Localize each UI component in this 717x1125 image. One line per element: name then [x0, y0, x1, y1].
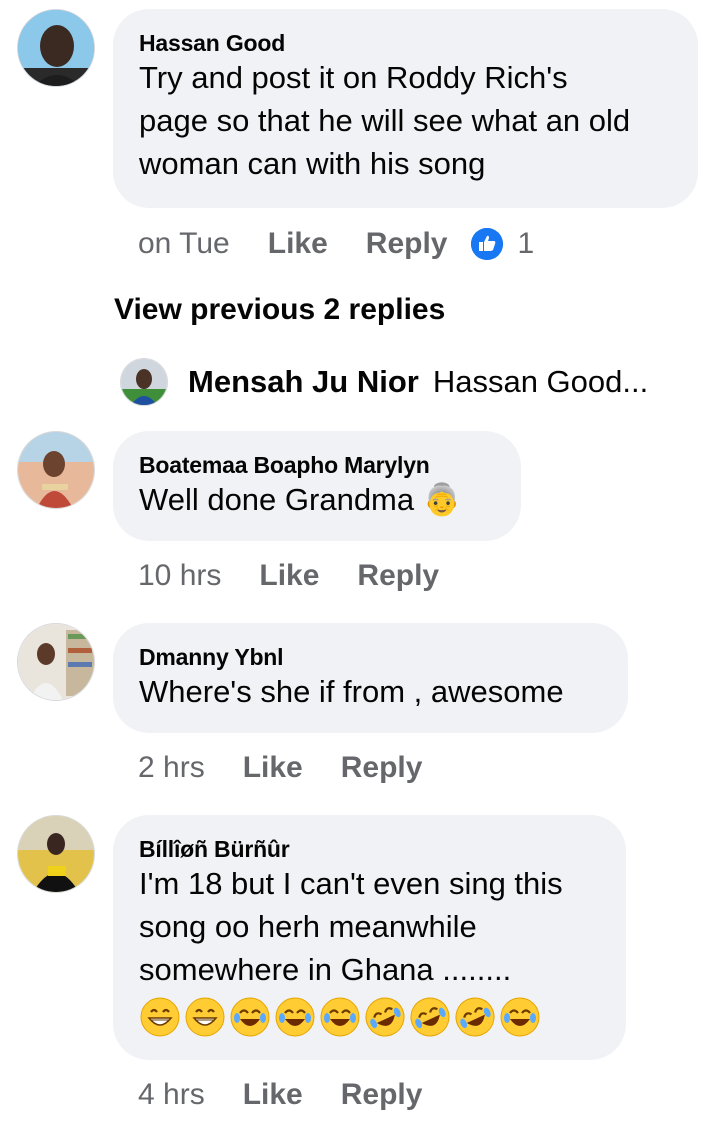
- reaction-count[interactable]: 1: [517, 227, 534, 261]
- like-button[interactable]: Like: [259, 559, 319, 593]
- rolling-laughing-icon: [365, 997, 405, 1037]
- reply-preview-author: Mensah Ju Nior: [188, 364, 419, 399]
- avatar-image: [18, 816, 94, 892]
- comment-text-line: woman can with his song: [139, 146, 486, 181]
- older-woman-emoji-icon: 👵: [422, 482, 462, 518]
- comment-bubble: Hassan Good Try and post it on Roddy Ric…: [113, 9, 698, 208]
- comment-timestamp[interactable]: on Tue: [138, 227, 230, 261]
- emoji-row: [139, 996, 600, 1038]
- comment-text-line: Well done Grandma 👵: [139, 477, 495, 523]
- comment-text-line: page so that he will see what an old: [139, 103, 631, 138]
- rolling-laughing-icon: [410, 997, 450, 1037]
- reply-button[interactable]: Reply: [341, 1078, 423, 1112]
- avatar-image: [18, 432, 94, 508]
- comment-text-line: Where's she if from , awesome: [139, 674, 564, 709]
- comment-actions: on Tue Like Reply 1: [138, 224, 534, 264]
- avatar-billion-burnur[interactable]: [17, 815, 95, 893]
- comment-bubble: Boatemaa Boapho Marylyn Well done Grandm…: [113, 431, 521, 541]
- reply-button[interactable]: Reply: [341, 751, 423, 785]
- rolling-laughing-icon: [455, 997, 495, 1037]
- tears-of-joy-icon: [500, 997, 540, 1037]
- comment-text-line: I'm 18 but I can't even sing this: [139, 866, 563, 901]
- reply-button[interactable]: Reply: [357, 559, 439, 593]
- comment-author[interactable]: Boatemaa Boapho Marylyn: [139, 451, 495, 479]
- comment-timestamp[interactable]: 10 hrs: [138, 559, 221, 593]
- comment-timestamp[interactable]: 2 hrs: [138, 751, 205, 785]
- avatar-dmanny-ybnl[interactable]: [17, 623, 95, 701]
- view-previous-replies-link[interactable]: View previous 2 replies: [114, 293, 445, 327]
- like-button[interactable]: Like: [268, 227, 328, 261]
- tears-of-joy-icon: [275, 997, 315, 1037]
- reply-preview[interactable]: Mensah Ju Nior Hassan Good...: [120, 358, 648, 406]
- tears-of-joy-icon: [230, 997, 270, 1037]
- thumbs-up-icon[interactable]: [471, 228, 504, 260]
- avatar-image: [18, 624, 94, 700]
- comment-author[interactable]: Hassan Good: [139, 29, 672, 57]
- comment-text-line: song oo herh meanwhile: [139, 909, 477, 944]
- like-button[interactable]: Like: [243, 1078, 303, 1112]
- avatar-boatemaa[interactable]: [17, 431, 95, 509]
- avatar-hassan-good[interactable]: [17, 9, 95, 87]
- comment-text-line: Try and post it on Roddy Rich's: [139, 60, 568, 95]
- comment-text: Well done Grandma: [139, 482, 415, 517]
- comment-text-line: somewhere in Ghana ........: [139, 952, 512, 987]
- comment-author[interactable]: Dmanny Ybnl: [139, 643, 602, 671]
- comment-actions: 2 hrs Like Reply: [138, 748, 460, 788]
- comment-author[interactable]: Bíllîøñ Bürñûr: [139, 835, 600, 863]
- grinning-face-icon: [185, 997, 225, 1037]
- comment-timestamp[interactable]: 4 hrs: [138, 1078, 205, 1112]
- comment-bubble: Dmanny Ybnl Where's she if from , awesom…: [113, 623, 628, 733]
- avatar-mensah-ju-nior: [120, 358, 168, 406]
- comment-actions: 4 hrs Like Reply: [138, 1075, 460, 1115]
- grinning-face-icon: [140, 997, 180, 1037]
- avatar-image: [18, 10, 94, 86]
- comment-bubble: Bíllîøñ Bürñûr I'm 18 but I can't even s…: [113, 815, 626, 1060]
- comment-actions: 10 hrs Like Reply: [138, 556, 477, 596]
- like-button[interactable]: Like: [243, 751, 303, 785]
- tears-of-joy-icon: [320, 997, 360, 1037]
- reply-button[interactable]: Reply: [366, 227, 448, 261]
- reply-preview-text: Hassan Good...: [432, 364, 649, 399]
